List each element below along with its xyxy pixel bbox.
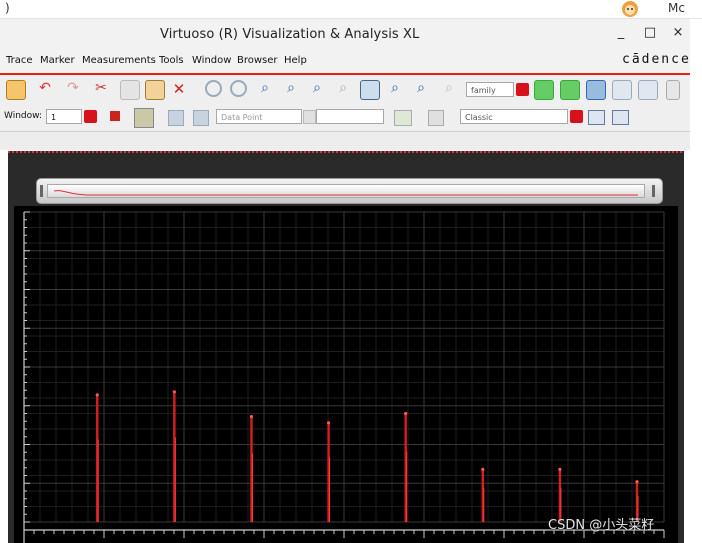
open-icon[interactable] xyxy=(6,80,26,100)
layout-strip-icon[interactable] xyxy=(638,80,658,100)
plot-grid xyxy=(23,211,665,523)
cadence-logo: cādence xyxy=(622,52,691,67)
impulse-tip xyxy=(326,421,331,425)
close-button[interactable]: × xyxy=(669,25,687,40)
impulse-tip xyxy=(95,393,99,397)
impulse-tip xyxy=(404,411,408,416)
secondary-toolbar: Window: 1 Data Point Classic xyxy=(0,105,690,132)
properties-icon[interactable] xyxy=(588,110,605,125)
impulse-tip xyxy=(172,390,176,394)
menu-tools[interactable]: Tools xyxy=(159,55,184,66)
family-dropdown-icon[interactable] xyxy=(516,83,529,96)
graph-header-strip xyxy=(0,132,690,150)
window-title: Virtuoso (R) Visualization & Analysis XL xyxy=(160,27,420,42)
style-field[interactable]: Classic xyxy=(460,109,568,124)
circle-select-icon[interactable] xyxy=(205,80,222,97)
zoom-out-icon[interactable]: ⌕ xyxy=(308,80,326,98)
menu-help[interactable]: Help xyxy=(284,55,307,66)
layout-cascade-icon[interactable] xyxy=(560,80,580,100)
user-avatar-icon[interactable] xyxy=(620,0,640,18)
cut-icon[interactable]: ✂ xyxy=(92,80,110,98)
paste-icon[interactable] xyxy=(145,80,165,100)
zoom-window-icon[interactable] xyxy=(360,80,380,100)
zoom-box-icon[interactable]: ⌕ xyxy=(334,80,352,98)
menu-marker[interactable]: Marker xyxy=(40,55,75,66)
graph-top-dotted-border xyxy=(8,151,684,153)
maximize-button[interactable]: □ xyxy=(641,25,659,40)
menu-trace[interactable]: Trace xyxy=(6,55,33,66)
redo-icon[interactable]: ↷ xyxy=(64,80,82,98)
menu-window[interactable]: Window xyxy=(192,55,231,66)
bar-chart-icon[interactable] xyxy=(394,110,412,126)
circle-deselect-icon[interactable] xyxy=(230,80,247,97)
zoom-x-icon[interactable]: ⌕ xyxy=(386,80,404,98)
delete-icon[interactable]: ✕ xyxy=(170,80,188,98)
plot-trace xyxy=(95,390,639,522)
overview-trace xyxy=(53,190,638,196)
window-titlebar: Virtuoso (R) Visualization & Analysis XL… xyxy=(0,19,690,49)
main-toolbar: ↶ ↷ ✂ ✕ ⌕ ⌕ ⌕ ⌕ ⌕ ⌕ ⌕ family xyxy=(0,75,690,105)
zoom-disabled-icon[interactable]: ⌕ xyxy=(440,80,458,98)
copy-icon[interactable] xyxy=(120,80,140,100)
zoom-overview-slider[interactable] xyxy=(36,178,663,204)
window-label: Window: xyxy=(4,111,43,121)
style-dropdown-icon[interactable] xyxy=(570,110,583,123)
slider-left-handle[interactable] xyxy=(40,185,43,197)
prev-point-icon[interactable] xyxy=(168,110,184,126)
overview-track[interactable] xyxy=(47,184,645,198)
table-icon[interactable] xyxy=(428,110,444,126)
layout-overlay-icon[interactable] xyxy=(612,80,632,100)
os-right-text: Mc xyxy=(668,1,685,15)
impulse-tip xyxy=(558,467,562,471)
layout-tile-icon[interactable] xyxy=(534,80,554,100)
marker-icon[interactable] xyxy=(134,108,154,128)
menu-browser[interactable]: Browser xyxy=(237,55,278,66)
layout-stack-icon[interactable] xyxy=(586,80,606,100)
waveform-plot[interactable] xyxy=(14,206,678,543)
menu-bar: Trace Marker Measurements Tools Window B… xyxy=(0,49,690,75)
slider-right-handle[interactable] xyxy=(652,185,655,197)
undo-icon[interactable]: ↶ xyxy=(36,80,54,98)
os-left-text: ) xyxy=(5,1,10,15)
next-point-icon[interactable] xyxy=(193,110,209,126)
settings-icon[interactable] xyxy=(612,110,629,125)
zoom-fit-icon[interactable]: ⌕ xyxy=(256,80,274,98)
impulse-tip xyxy=(249,415,254,419)
minimize-button[interactable]: _ xyxy=(612,25,630,40)
more-tools-icon[interactable] xyxy=(666,80,680,100)
window-dropdown-icon[interactable] xyxy=(84,110,97,123)
data-point-field[interactable]: Data Point xyxy=(216,109,302,124)
impulse-tip xyxy=(635,480,639,484)
value-field[interactable] xyxy=(316,109,384,124)
data-point-dropdown-icon[interactable] xyxy=(303,110,316,124)
impulse-tip xyxy=(481,467,485,471)
os-top-strip: ) Mc xyxy=(0,0,702,19)
zoom-y-icon[interactable]: ⌕ xyxy=(412,80,430,98)
flag-icon[interactable] xyxy=(110,111,120,121)
menu-measurements[interactable]: Measurements xyxy=(82,55,156,66)
watermark: CSDN @小头菜籽 xyxy=(548,518,655,533)
family-field[interactable]: family xyxy=(466,82,514,97)
window-number-field[interactable]: 1 xyxy=(46,109,82,124)
zoom-in-icon[interactable]: ⌕ xyxy=(282,80,300,98)
